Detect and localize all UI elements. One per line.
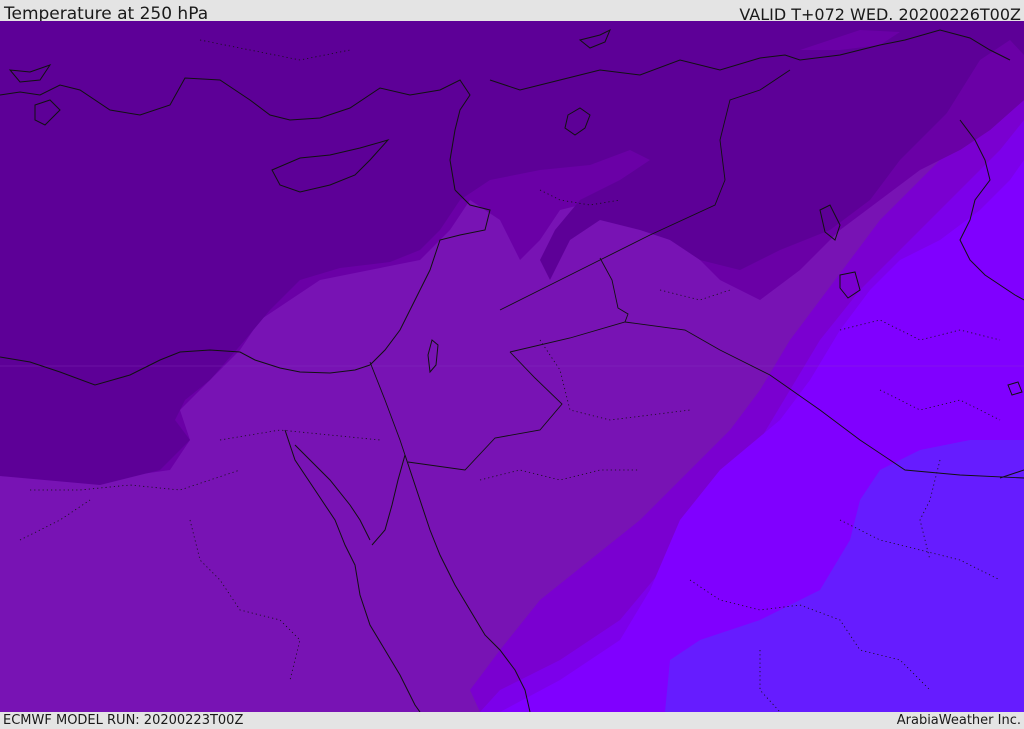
header-bar: Temperature at 250 hPa VALID T+072 WED. … [0,0,1024,24]
credit-label: ArabiaWeather Inc. [896,713,1021,728]
footer-bar: ECMWF MODEL RUN: 20200223T00Z ArabiaWeat… [0,712,1024,729]
temperature-map[interactable] [0,21,1024,712]
model-run-label: ECMWF MODEL RUN: 20200223T00Z [3,713,244,728]
